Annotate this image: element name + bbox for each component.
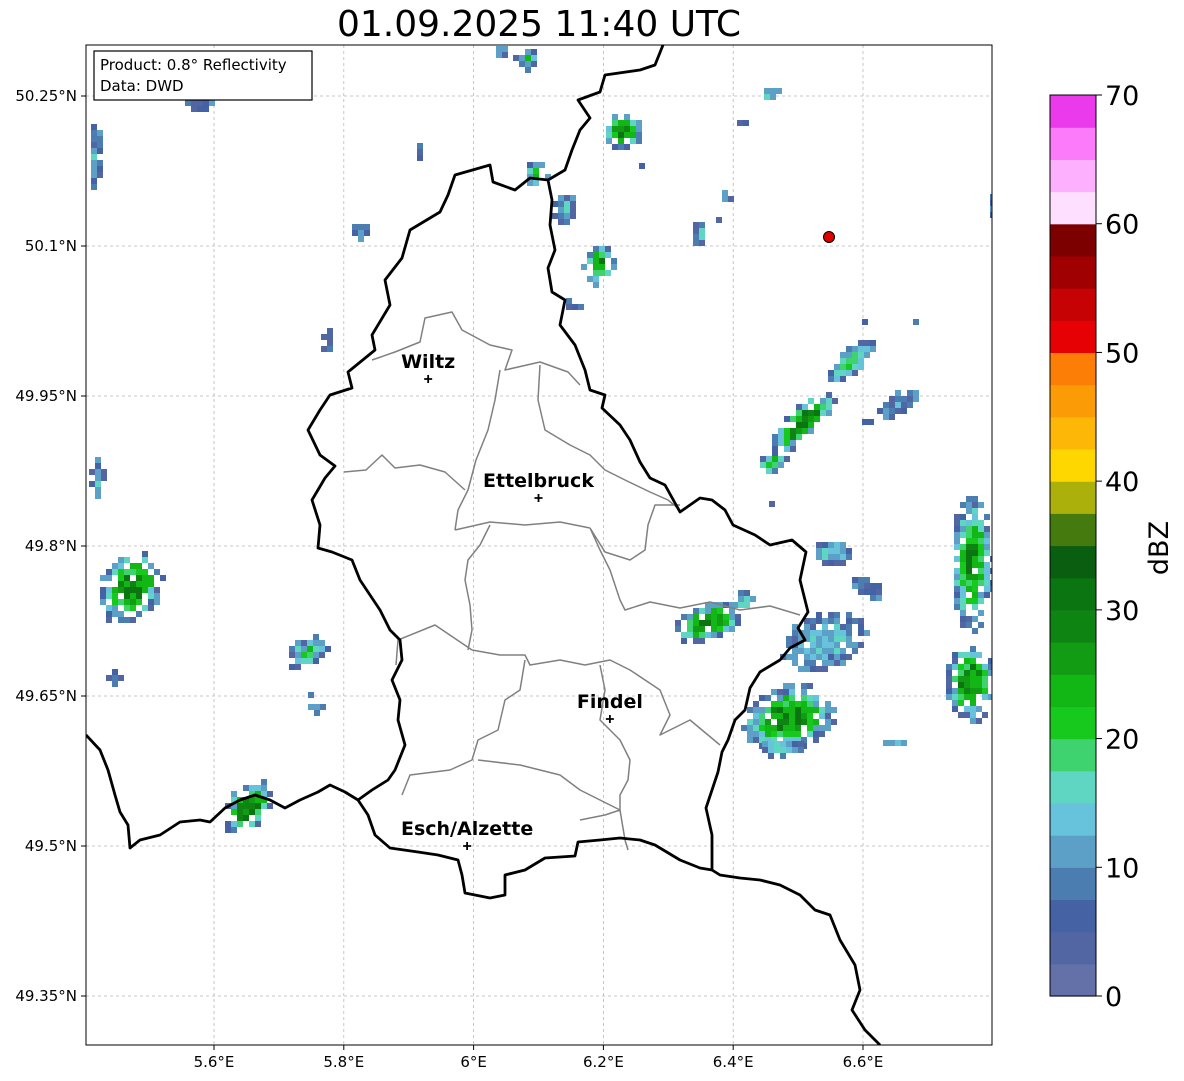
colorbar-swatch — [1050, 770, 1096, 804]
colorbar-tick-label: 60 — [1105, 210, 1139, 241]
echo-cell — [913, 319, 919, 325]
echo-cell — [883, 740, 907, 746]
colorbar-swatch — [1050, 159, 1096, 193]
colorbar-swatch — [1050, 255, 1096, 289]
colorbar-tick-label: 50 — [1105, 338, 1139, 369]
echo-cell — [693, 222, 705, 246]
colorbar-swatch — [1050, 191, 1096, 225]
colorbar-swatch — [1050, 127, 1096, 160]
echo-cell — [862, 319, 868, 325]
radar-map: Wiltz Ettelbruck Findel Esch/Alzette Produc… — [15, 44, 993, 1071]
lat-tick-label: 50.1°N — [25, 237, 77, 255]
colorbar-tick-label: 20 — [1105, 725, 1139, 756]
colorbar-swatch — [1050, 674, 1096, 707]
colorbar-swatch — [1050, 867, 1096, 901]
lat-tick-label: 49.5°N — [25, 837, 77, 855]
city-label: Ettelbruck — [483, 470, 594, 492]
city-label: Wiltz — [401, 351, 455, 373]
colorbar-swatch — [1050, 738, 1096, 772]
colorbar-label: dBZ — [1144, 521, 1175, 575]
colorbar-swatch — [1050, 899, 1096, 933]
colorbar-swatch — [1050, 513, 1096, 547]
echo-cell — [639, 163, 645, 169]
lon-tick-label: 6.4°E — [713, 1053, 754, 1071]
colorbar-tick-label: 0 — [1105, 982, 1122, 1013]
lat-tick-label: 49.35°N — [15, 987, 77, 1005]
lat-tick-label: 49.65°N — [15, 687, 77, 705]
info-product: Product: 0.8° Reflectivity — [100, 56, 287, 74]
echo-cell — [862, 419, 874, 425]
lat-tick-label: 49.95°N — [15, 387, 77, 405]
echo-cell — [716, 217, 722, 223]
colorbar-swatch — [1050, 577, 1096, 611]
colorbar-swatch — [1050, 835, 1096, 868]
colorbar-swatch — [1050, 642, 1096, 675]
lon-tick-label: 6°E — [460, 1053, 487, 1071]
echo-cell — [990, 194, 992, 218]
colorbar-tick-label: 10 — [1105, 853, 1139, 884]
lat-tick-label: 50.25°N — [15, 87, 77, 105]
colorbar-swatch — [1050, 223, 1096, 257]
lon-tick-label: 5.6°E — [194, 1053, 235, 1071]
lon-tick-label: 5.8°E — [323, 1053, 364, 1071]
colorbar-tick-label: 40 — [1105, 467, 1139, 498]
colorbar-swatch — [1050, 384, 1096, 418]
colorbar-swatch — [1050, 416, 1096, 450]
lon-tick-label: 6.6°E — [843, 1053, 884, 1071]
colorbar-swatch — [1050, 609, 1096, 643]
colorbar-swatch — [1050, 931, 1096, 965]
colorbar-swatch — [1050, 288, 1096, 321]
colorbar-swatch — [1050, 963, 1096, 997]
colorbar-frame — [1049, 94, 1097, 997]
colorbar-swatch — [1050, 706, 1096, 740]
colorbar-swatches — [1050, 95, 1096, 997]
lon-tick-label: 6.2°E — [583, 1053, 624, 1071]
echo-cell — [417, 143, 423, 161]
echo-cell — [496, 46, 508, 58]
city-label: Esch/Alzette — [401, 818, 533, 840]
info-data-source: Data: DWD — [100, 77, 184, 95]
colorbar-swatch — [1050, 320, 1096, 354]
red-dot-marker — [823, 231, 835, 243]
colorbar-swatch — [1050, 481, 1096, 514]
colorbar-swatch — [1050, 352, 1096, 386]
echo-cell — [769, 501, 775, 507]
colorbar-swatch — [1050, 448, 1096, 482]
colorbar-tick-label: 70 — [1105, 81, 1139, 112]
city-label: Findel — [577, 691, 643, 713]
lat-tick-label: 49.8°N — [25, 537, 77, 555]
colorbar-swatch — [1050, 802, 1096, 836]
colorbar-swatch — [1050, 95, 1096, 128]
colorbar-tick-label: 30 — [1105, 596, 1139, 627]
info-box: Product: 0.8° Reflectivity Data: DWD — [93, 50, 313, 101]
echo-cell — [737, 120, 749, 126]
colorbar-ticks: 0 10 20 30 40 50 60 70 — [1096, 81, 1139, 1013]
colorbar-swatch — [1050, 545, 1096, 579]
